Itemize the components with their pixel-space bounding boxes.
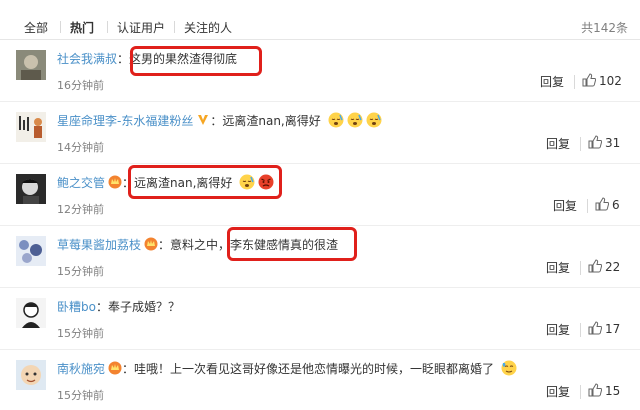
comment-line: 南秋施宛 ：哇哦！上一次看见这哥好像还是他恋情曝光的时候，一眨眼都离婚了 — [57, 359, 517, 379]
comment-item: 南秋施宛 ：哇哦！上一次看见这哥好像还是他恋情曝光的时候，一眨眼都离婚了 15分钟… — [0, 350, 640, 410]
avatar[interactable] — [16, 360, 46, 390]
like-count: 22 — [605, 260, 621, 274]
reply-button[interactable]: 回复 — [546, 383, 570, 400]
colon: ： — [210, 114, 223, 128]
tab-all[interactable]: 全部 — [24, 19, 48, 36]
action-divider — [574, 75, 575, 89]
sleepy-face-icon — [347, 112, 363, 128]
thumbs-up-icon — [588, 135, 603, 149]
comment-timestamp: 15分钟前 — [57, 327, 104, 340]
comment-text: 奉子成婚？？ — [107, 300, 180, 314]
like-button[interactable]: 15 — [588, 383, 620, 398]
action-divider — [580, 385, 581, 399]
tab-divider — [60, 21, 61, 33]
comment-text: 哇哦！上一次看见这哥好像还是他恋情曝光的时候，一眨眼都离婚了 — [134, 362, 495, 376]
sweat-face-icon — [501, 360, 517, 376]
like-button[interactable]: 17 — [588, 321, 620, 336]
comment-username[interactable]: 草莓果酱加荔枝 — [57, 238, 141, 252]
crown-badge-icon — [144, 237, 158, 251]
comment-line: 卧糟bo：奉子成婚？？ — [57, 297, 180, 317]
comment-username[interactable]: 社会我满叔 — [57, 52, 117, 66]
crown-badge-icon — [108, 361, 122, 375]
colon: ： — [122, 362, 135, 376]
like-count: 102 — [599, 74, 622, 88]
comment-item: 星座命理李-东水福建粉丝 ：远离渣nan,离得好 14分钟前 回复 31 — [0, 102, 640, 164]
comment-line: 星座命理李-东水福建粉丝 ：远离渣nan,离得好 — [57, 111, 382, 131]
comment-total-count: 共142条 — [581, 21, 628, 35]
tab-following[interactable]: 关注的人 — [184, 19, 232, 36]
comment-text: 远离渣nan,离得好 — [222, 114, 321, 128]
comment-username[interactable]: 星座命理李-东水福建粉丝 — [57, 114, 193, 128]
highlight-box — [130, 46, 262, 76]
reply-button[interactable]: 回复 — [546, 259, 570, 276]
comment-timestamp: 16分钟前 — [57, 79, 104, 92]
comment-item: 社会我满叔：这男的果然渣得彻底 16分钟前 回复 102 — [0, 40, 640, 102]
colon: ： — [158, 238, 171, 252]
comment-item: 卧糟bo：奉子成婚？？ 15分钟前 回复 17 — [0, 288, 640, 350]
comment-username[interactable]: 卧糟bo — [57, 300, 96, 314]
action-divider — [587, 199, 588, 213]
action-divider — [580, 137, 581, 151]
thumbs-up-icon — [582, 73, 597, 87]
tab-hot[interactable]: 热门 — [70, 19, 94, 36]
like-button[interactable]: 102 — [582, 73, 622, 88]
thumbs-up-icon — [588, 321, 603, 335]
avatar[interactable] — [16, 174, 46, 204]
comment-item: 草莓果酱加荔枝 ：意料之中，李东健感情真的很渣 15分钟前 回复 22 — [0, 226, 640, 288]
comment-timestamp: 12分钟前 — [57, 203, 104, 216]
comment-filter-tabs: 全部 热门 认证用户 关注的人 共142条 — [0, 0, 640, 40]
avatar[interactable] — [16, 50, 46, 80]
tab-divider — [174, 21, 175, 33]
crown-badge-icon — [108, 175, 122, 189]
like-count: 15 — [605, 384, 621, 398]
like-button[interactable]: 31 — [588, 135, 620, 150]
tab-verified-users[interactable]: 认证用户 — [117, 19, 165, 36]
action-divider — [580, 323, 581, 337]
like-button[interactable]: 6 — [595, 197, 620, 212]
thumbs-up-icon — [588, 383, 603, 397]
reply-button[interactable]: 回复 — [546, 135, 570, 152]
reply-button[interactable]: 回复 — [553, 197, 577, 214]
action-divider — [580, 261, 581, 275]
comment-item: 鲍之交管 ：远离渣nan,离得好 12分钟前 回复 6 — [0, 164, 640, 226]
thumbs-up-icon — [588, 259, 603, 273]
reply-button[interactable]: 回复 — [540, 73, 564, 90]
vip-v-icon — [198, 115, 209, 125]
comment-username[interactable]: 南秋施宛 — [57, 362, 105, 376]
comment-timestamp: 15分钟前 — [57, 265, 104, 278]
like-count: 6 — [612, 198, 620, 212]
avatar[interactable] — [16, 236, 46, 266]
sleepy-face-icon — [328, 112, 344, 128]
like-count: 17 — [605, 322, 621, 336]
thumbs-up-icon — [595, 197, 610, 211]
highlight-box — [227, 227, 357, 261]
avatar[interactable] — [16, 298, 46, 328]
highlight-box — [128, 165, 282, 199]
colon: ： — [95, 300, 108, 314]
comment-timestamp: 14分钟前 — [57, 141, 104, 154]
avatar[interactable] — [16, 112, 46, 142]
like-count: 31 — [605, 136, 621, 150]
comment-timestamp: 15分钟前 — [57, 389, 104, 402]
colon: ： — [117, 52, 130, 66]
tab-divider — [107, 21, 108, 33]
sleepy-face-icon — [366, 112, 382, 128]
comment-username[interactable]: 鲍之交管 — [57, 176, 105, 190]
reply-button[interactable]: 回复 — [546, 321, 570, 338]
like-button[interactable]: 22 — [588, 259, 620, 274]
